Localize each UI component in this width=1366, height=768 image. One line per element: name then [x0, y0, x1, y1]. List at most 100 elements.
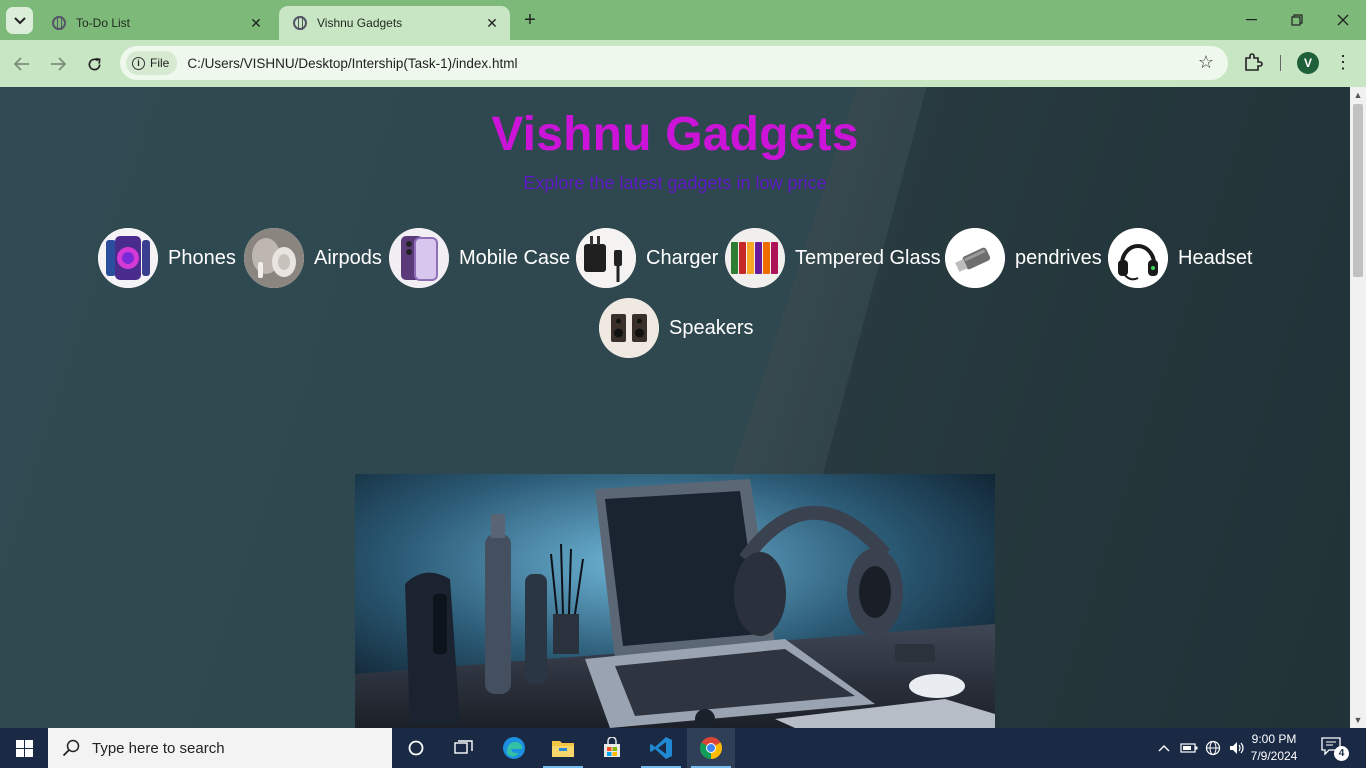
file-explorer-button[interactable]: [539, 728, 587, 768]
tab-todo-list[interactable]: To-Do List ✕: [38, 6, 274, 40]
charger-thumbnail-icon: [576, 228, 636, 288]
task-view-button[interactable]: [440, 728, 488, 768]
info-icon: i: [132, 56, 145, 70]
minimize-window-button[interactable]: [1228, 0, 1274, 40]
back-button[interactable]: [9, 51, 35, 77]
edge-icon: [503, 737, 525, 759]
page-scrollbar[interactable]: ▲ ▼: [1350, 87, 1366, 728]
tab-title: Vishnu Gadgets: [317, 16, 403, 30]
start-button[interactable]: [0, 728, 48, 768]
arrow-left-icon: [14, 57, 29, 71]
clock-date: 7/9/2024: [1250, 749, 1298, 763]
show-hidden-icons-button[interactable]: [1154, 728, 1174, 768]
vscode-button[interactable]: [637, 728, 685, 768]
scroll-up-arrow-icon[interactable]: ▲: [1350, 87, 1366, 103]
browser-tab-strip: To-Do List ✕ Vishnu Gadgets ✕ +: [0, 0, 1366, 40]
category-airpods[interactable]: Airpods: [244, 228, 382, 288]
category-charger[interactable]: Charger: [576, 228, 718, 288]
airpods-thumbnail-icon: [244, 228, 304, 288]
action-center-button[interactable]: 4: [1320, 736, 1350, 762]
phone-thumbnail-icon: [98, 228, 158, 288]
new-tab-button[interactable]: +: [518, 9, 542, 33]
scroll-thumb[interactable]: [1353, 104, 1363, 277]
edge-button[interactable]: [490, 728, 538, 768]
url-text[interactable]: C:/Users/VISHNU/Desktop/Intership(Task-1…: [187, 56, 517, 71]
scheme-label: File: [150, 56, 170, 70]
tab-vishnu-gadgets[interactable]: Vishnu Gadgets ✕: [279, 6, 510, 40]
site-title: Vishnu Gadgets: [491, 108, 859, 161]
cortana-button[interactable]: [392, 728, 440, 768]
microsoft-store-button[interactable]: [588, 728, 636, 768]
task-view-icon: [454, 740, 473, 754]
chevron-up-icon: [1158, 745, 1170, 752]
globe-network-icon: [1205, 740, 1221, 756]
taskbar-clock[interactable]: 9:00 PM 7/9/2024: [1246, 731, 1302, 765]
tab-search-button[interactable]: [6, 7, 33, 34]
windows-logo-icon: [15, 739, 33, 757]
reload-icon: [88, 57, 101, 70]
minimize-icon: [1245, 19, 1257, 21]
taskbar-search-box[interactable]: Type here to search: [48, 728, 392, 768]
file-explorer-icon: [552, 741, 574, 757]
forward-button[interactable]: [45, 51, 71, 77]
notification-count-badge: 4: [1334, 746, 1349, 761]
reload-button[interactable]: [81, 51, 107, 77]
toolbar-divider: [1280, 55, 1281, 71]
store-icon: [604, 737, 620, 757]
close-tab-icon[interactable]: ✕: [484, 15, 500, 31]
battery-button[interactable]: [1178, 728, 1200, 768]
category-pendrives[interactable]: pendrives: [945, 228, 1102, 288]
bookmark-star-icon[interactable]: ☆: [1198, 52, 1214, 73]
category-label: Phones: [168, 246, 236, 269]
tab-title: To-Do List: [76, 16, 131, 30]
restore-icon: [1291, 14, 1303, 26]
search-placeholder: Type here to search: [92, 739, 225, 757]
headset-thumbnail-icon: [1108, 228, 1168, 288]
pendrive-thumbnail-icon: [945, 228, 1005, 288]
close-window-button[interactable]: [1320, 0, 1366, 40]
speakers-thumbnail-icon: [599, 298, 659, 358]
arrow-right-icon: [51, 57, 66, 71]
site-subtitle: Explore the latest gadgets in low price: [523, 173, 827, 193]
close-icon: [1337, 14, 1349, 26]
category-label: Speakers: [669, 316, 754, 339]
page-viewport: Vishnu Gadgets Explore the latest gadget…: [0, 87, 1350, 728]
browser-toolbar: i File C:/Users/VISHNU/Desktop/Intership…: [0, 40, 1366, 87]
vscode-icon: [650, 737, 672, 759]
mobile-case-thumbnail-icon: [389, 228, 449, 288]
globe-icon: [293, 16, 307, 30]
category-speakers[interactable]: Speakers: [599, 298, 754, 358]
address-bar[interactable]: i File C:/Users/VISHNU/Desktop/Intership…: [120, 46, 1228, 80]
globe-icon: [52, 16, 66, 30]
category-phones[interactable]: Phones: [98, 228, 236, 288]
category-label: Mobile Case: [459, 246, 571, 269]
category-tempered-glass[interactable]: Tempered Glass: [725, 228, 941, 288]
scroll-down-arrow-icon[interactable]: ▼: [1350, 712, 1366, 728]
close-tab-icon[interactable]: ✕: [248, 15, 264, 31]
category-label: Charger: [646, 246, 719, 269]
category-mobile-case[interactable]: Mobile Case: [389, 228, 570, 288]
kebab-menu-icon[interactable]: ⋮: [1334, 52, 1352, 74]
clock-time: 9:00 PM: [1251, 732, 1297, 746]
restore-window-button[interactable]: [1274, 0, 1320, 40]
search-icon: [62, 739, 80, 757]
gadgets-desk-illustration: [355, 474, 995, 728]
category-label: Headset: [1178, 246, 1253, 269]
extensions-puzzle-icon[interactable]: [1243, 52, 1263, 72]
speaker-volume-icon: [1230, 742, 1244, 754]
chrome-button[interactable]: [687, 728, 735, 768]
network-button[interactable]: [1202, 728, 1224, 768]
battery-icon: [1180, 743, 1198, 753]
category-label: pendrives: [1015, 246, 1102, 269]
hero-image: [355, 474, 995, 728]
windows-taskbar: Type here to search 9:00 PM 7/9/2024 4: [0, 728, 1366, 768]
volume-button[interactable]: [1226, 728, 1248, 768]
site-info-chip[interactable]: i File: [126, 51, 178, 75]
category-headset[interactable]: Headset: [1108, 228, 1253, 288]
category-label: Airpods: [314, 246, 382, 269]
category-label: Tempered Glass: [795, 246, 941, 269]
chrome-icon: [700, 737, 722, 759]
profile-avatar[interactable]: V: [1297, 52, 1319, 74]
tempered-glass-thumbnail-icon: [725, 228, 785, 288]
chevron-down-icon: [13, 16, 26, 24]
